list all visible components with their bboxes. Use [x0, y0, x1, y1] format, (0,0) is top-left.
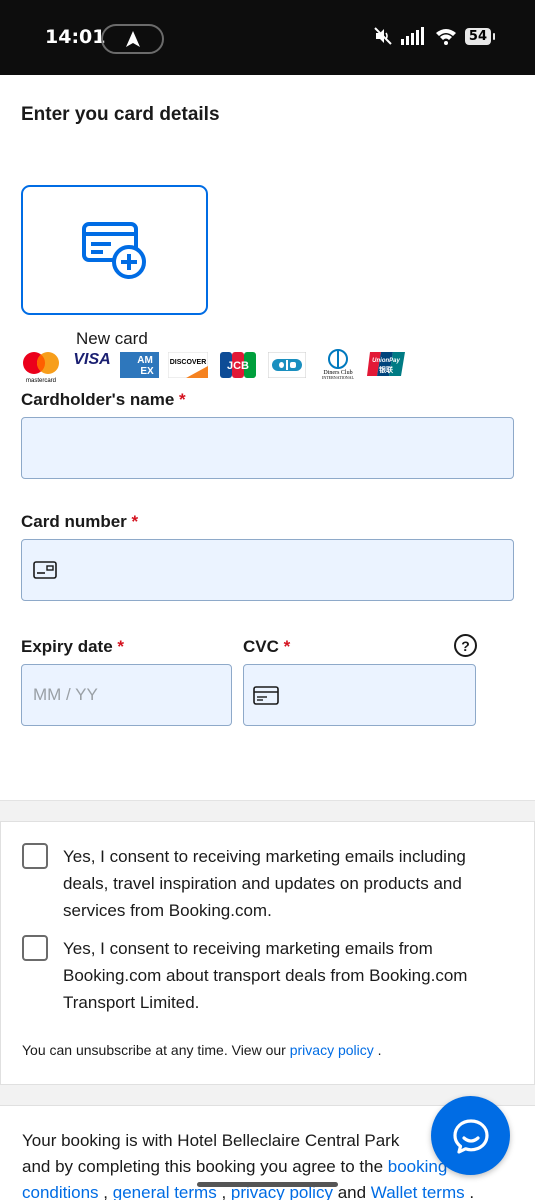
required-mark: * [117, 637, 125, 656]
jcb-text: JCB [227, 360, 249, 372]
discover-text: DISCOVER [170, 359, 207, 366]
required-mark: * [131, 512, 139, 531]
unionpay-logo: UnionPay 银联 [367, 352, 405, 376]
amex-text-bottom: EX [140, 366, 154, 377]
unsubscribe-end: . [377, 1042, 382, 1058]
status-bar: 14:01 54 [0, 0, 535, 75]
expiry-date-label: Expiry date * [21, 637, 124, 657]
home-indicator [197, 1182, 338, 1187]
discover-logo: DISCOVER [168, 352, 208, 378]
terms-end: . [469, 1183, 475, 1200]
cb-logo [268, 352, 306, 378]
mastercard-text: mastercard [26, 378, 56, 384]
chat-button[interactable] [431, 1096, 510, 1175]
terms-intro: Your booking is with Hotel Belleclaire C… [22, 1131, 400, 1150]
accepted-cards: mastercard VISA AM EX DISCOVER JCB Diner… [21, 348, 421, 384]
required-mark: * [179, 390, 186, 409]
cardholder-name-label: Cardholder's name * [21, 390, 186, 410]
add-card-icon [81, 222, 146, 279]
cardholder-name-input[interactable] [21, 417, 514, 479]
unsubscribe-note: You can unsubscribe at any time. View ou… [22, 1042, 382, 1058]
new-card-option[interactable] [21, 185, 208, 315]
privacy-policy-link[interactable]: privacy policy [290, 1042, 374, 1058]
unionpay-cn-text: 银联 [379, 365, 394, 374]
card-number-label: Card number * [21, 512, 138, 532]
required-mark: * [283, 637, 291, 656]
mastercard-logo: mastercard [23, 352, 59, 384]
status-icons: 54 [373, 26, 496, 46]
visa-logo: VISA [73, 351, 110, 368]
mute-icon [374, 27, 392, 45]
marketing-consent-checkbox[interactable] [22, 843, 48, 869]
terms-and: and [337, 1183, 367, 1200]
marketing-consent-text: Yes, I consent to receiving marketing em… [63, 847, 466, 920]
unsubscribe-text: You can unsubscribe at any time. View ou… [22, 1042, 286, 1058]
cvc-label: CVC * [243, 637, 290, 657]
card-number-label-text: Card number [21, 512, 127, 531]
expiry-date-input[interactable] [21, 664, 232, 726]
terms-separator: , [103, 1183, 109, 1200]
transport-consent-checkbox[interactable] [22, 935, 48, 961]
cvc-help-icon[interactable]: ? [454, 634, 477, 657]
cardholder-name-label-text: Cardholder's name [21, 390, 175, 409]
booking-conditions-link-cont[interactable]: conditions [22, 1183, 99, 1200]
diners-club-logo: Diners Club INTERNATIONAL [322, 349, 355, 380]
battery-indicator: 54 [464, 27, 496, 45]
navigation-indicator [101, 24, 164, 54]
chat-bubble-icon [452, 1118, 489, 1154]
signal-icon [400, 27, 424, 45]
amex-text-top: AM [137, 355, 153, 366]
transport-consent-text: Yes, I consent to receiving marketing em… [63, 939, 468, 1012]
jcb-logo: JCB [220, 352, 256, 378]
cvc-label-text: CVC [243, 637, 279, 656]
diners-subtext: INTERNATIONAL [322, 375, 355, 380]
section-divider [0, 800, 535, 822]
booking-conditions-link[interactable]: booking [388, 1157, 448, 1176]
new-card-label: New card [76, 329, 148, 348]
terms-middle: and by completing this booking you agree… [22, 1157, 384, 1176]
page-title: Enter you card details [21, 104, 220, 125]
card-number-input[interactable] [21, 539, 514, 601]
status-time: 14:01 [45, 26, 106, 48]
amex-logo: AM EX [120, 352, 159, 378]
wallet-terms-link[interactable]: Wallet terms [371, 1183, 465, 1200]
expiry-date-label-text: Expiry date [21, 637, 113, 656]
navigation-arrow-icon [125, 31, 140, 47]
cvc-input[interactable] [243, 664, 476, 726]
visa-text: VISA [73, 351, 110, 368]
wifi-icon [435, 29, 456, 45]
unionpay-text: UnionPay [372, 358, 400, 364]
